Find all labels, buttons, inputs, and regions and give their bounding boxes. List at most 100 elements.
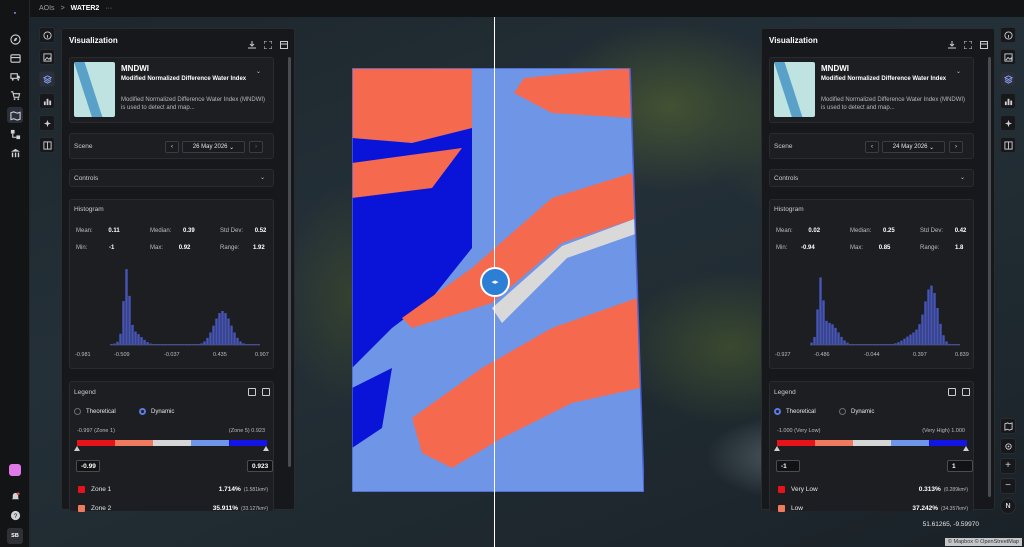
legend-edit-icon[interactable] <box>248 388 256 396</box>
legend-slider-right[interactable] <box>963 446 969 451</box>
legend-max-label: (Very High) 1.000 <box>922 428 965 434</box>
controls-row[interactable]: Controls ⌄ <box>69 169 274 187</box>
mode-theoretical[interactable]: Theoretical <box>74 408 116 415</box>
zone-name: Low <box>791 505 803 512</box>
histogram-bar <box>227 318 230 345</box>
max-value-input[interactable]: 1 <box>947 460 973 472</box>
compass-button[interactable]: N <box>1000 498 1016 514</box>
right-tool-strip <box>1000 27 1016 153</box>
histogram-bar <box>125 269 128 345</box>
expand-icon[interactable] <box>963 36 973 50</box>
histogram-bar <box>128 295 131 345</box>
histogram-card: Histogram Mean: 0.11 Median: 0.39 Std De… <box>69 199 274 369</box>
breadcrumb-root[interactable]: AOIs <box>39 5 55 12</box>
legend-download-icon[interactable] <box>262 388 270 396</box>
layers-icon[interactable] <box>1000 71 1016 87</box>
chevron-down-icon[interactable]: ⌄ <box>256 68 261 75</box>
sparkle-icon[interactable] <box>39 115 55 131</box>
histogram-bar <box>185 344 188 345</box>
sparkle-icon[interactable] <box>1000 115 1016 131</box>
panel-actions <box>248 36 288 50</box>
orders-icon[interactable] <box>7 50 23 66</box>
truck-icon[interactable] <box>7 68 23 84</box>
bar-chart-icon[interactable] <box>1000 93 1016 109</box>
panel-toggle-icon[interactable] <box>280 36 288 49</box>
scene-date-select[interactable]: 26 May 2026 ⌄ <box>182 141 245 153</box>
histogram-bar <box>852 344 855 345</box>
index-card[interactable]: MNDWI Modified Normalized Difference Wat… <box>69 57 274 123</box>
zoom-out-button[interactable]: − <box>1000 478 1016 494</box>
scene-next-button[interactable]: › <box>949 141 963 153</box>
index-description: Modified Normalized Difference Water Ind… <box>821 97 966 111</box>
user-avatar[interactable]: SB <box>7 528 23 544</box>
histogram-bar <box>209 332 212 345</box>
radio-theoretical[interactable] <box>74 408 81 415</box>
zone-percent: 37.242% <box>912 505 939 512</box>
radio-dynamic[interactable] <box>139 408 146 415</box>
chevron-down-icon[interactable]: ⌄ <box>260 174 265 181</box>
scene-prev-button[interactable]: ‹ <box>865 141 879 153</box>
swipe-handle[interactable]: ◂▸ <box>480 267 510 297</box>
notifications-icon[interactable] <box>7 488 23 504</box>
legend-slider-left[interactable] <box>774 446 780 451</box>
scene-date-select[interactable]: 24 May 2026 ⌄ <box>882 141 945 153</box>
legend-color-5 <box>229 440 267 446</box>
radio-theoretical[interactable] <box>774 408 781 415</box>
layers-icon[interactable] <box>39 71 55 87</box>
hist-tick-3: 0.435 <box>213 352 227 358</box>
scene-prev-button[interactable]: ‹ <box>165 141 179 153</box>
panel-toggle-icon[interactable] <box>980 36 988 49</box>
histogram-bar <box>858 344 861 345</box>
histogram-bar <box>948 343 951 345</box>
scene-next-button[interactable]: › <box>249 141 263 153</box>
index-full-name: Modified Normalized Difference Water Ind… <box>821 76 947 82</box>
histogram-bar <box>230 325 233 345</box>
panel-scrollbar[interactable] <box>288 57 291 467</box>
explore-icon[interactable] <box>7 31 23 47</box>
mode-dynamic[interactable]: Dynamic <box>839 408 874 415</box>
library-icon[interactable] <box>7 145 23 161</box>
controls-row[interactable]: Controls ⌄ <box>769 169 974 187</box>
map-style-icon[interactable] <box>1000 418 1016 434</box>
split-view-icon[interactable] <box>39 137 55 153</box>
image-icon[interactable] <box>39 49 55 65</box>
min-value-input[interactable]: -0.99 <box>76 460 100 472</box>
legend-edit-icon[interactable] <box>948 388 956 396</box>
legend-download-icon[interactable] <box>962 388 970 396</box>
image-icon[interactable] <box>1000 49 1016 65</box>
map-nav-icon[interactable] <box>7 107 23 123</box>
histogram-bar <box>903 338 906 345</box>
panel-scrollbar[interactable] <box>988 57 991 497</box>
legend-slider-right[interactable] <box>263 446 269 451</box>
download-icon[interactable] <box>948 36 956 49</box>
chevron-down-icon[interactable]: ⌄ <box>956 68 961 75</box>
radio-dynamic[interactable] <box>839 408 846 415</box>
index-card[interactable]: MNDWI Modified Normalized Difference Wat… <box>769 57 974 123</box>
info-icon[interactable] <box>1000 27 1016 43</box>
mode-dynamic[interactable]: Dynamic <box>139 408 174 415</box>
max-value-input[interactable]: 0.923 <box>247 460 273 472</box>
chevron-down-icon[interactable]: ⌄ <box>960 174 965 181</box>
map-attribution[interactable]: © Mapbox © OpenStreetMap <box>944 538 1022 546</box>
expand-icon[interactable] <box>263 36 273 50</box>
histogram-bar <box>837 332 840 345</box>
more-icon[interactable]: ··· <box>105 5 112 12</box>
apps-icon[interactable] <box>9 464 21 476</box>
legend-slider-left[interactable] <box>74 446 80 451</box>
split-view-icon[interactable] <box>1000 137 1016 153</box>
zoom-in-button[interactable]: + <box>1000 458 1016 474</box>
network-icon[interactable] <box>7 126 23 142</box>
app-logo[interactable]: ● <box>7 4 23 20</box>
help-icon[interactable]: ? <box>7 507 23 523</box>
cart-icon[interactable] <box>7 87 23 103</box>
index-description: Modified Normalized Difference Water Ind… <box>121 97 266 111</box>
locate-icon[interactable] <box>1000 438 1016 454</box>
info-icon[interactable] <box>39 27 55 43</box>
zone-row-2: Low 37.242% (34.357km²) <box>778 505 968 512</box>
histogram-bar <box>248 344 251 345</box>
min-value-input[interactable]: -1 <box>776 460 800 472</box>
hist-tick-1: -0.509 <box>114 352 130 358</box>
bar-chart-icon[interactable] <box>39 93 55 109</box>
mode-theoretical[interactable]: Theoretical <box>774 408 816 415</box>
download-icon[interactable] <box>248 36 256 49</box>
